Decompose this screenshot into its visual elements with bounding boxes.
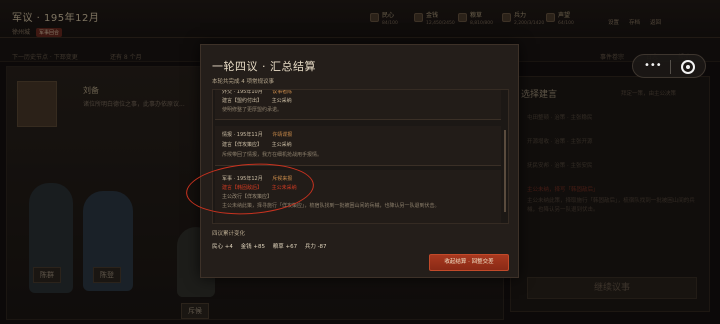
summary-modal: 一轮四议 · 汇总结算 本轮共完成 4 项常规议事 外交 · 195年10月 议…: [200, 44, 519, 278]
close-record-icon[interactable]: [681, 60, 695, 74]
entry-speaker: 斥候来报: [272, 176, 293, 182]
list-item: 外交 · 195年10月 议事者陈 建言【盟约付出】 主公采纳 使明修整了更厚盟…: [215, 89, 501, 120]
confirm-settlement-button[interactable]: 收起结算 · 回整交差: [429, 254, 509, 271]
total-morale: 民心 +4: [212, 244, 233, 250]
entry-proposal: 建言【盟约付出】: [222, 98, 263, 104]
total-gold: 金钱 +85: [240, 244, 265, 250]
entry-type: 军事: [222, 176, 233, 182]
entry-proposal: 建言【韩固敌后】: [222, 185, 263, 191]
entry-date: 195年11月: [236, 132, 263, 138]
entry-type: 情报: [222, 132, 233, 138]
entry-proposal-line: 建言【佯攻策应】 主公采纳: [222, 141, 292, 148]
entry-speaker: 议事者陈: [272, 89, 293, 95]
entry-decision: 主公采纳: [271, 98, 292, 104]
entry-header: 军事 · 195年12月 斥候来报: [222, 176, 293, 182]
entry-header: 情报 · 195年11月 许靖谍报: [222, 132, 293, 138]
totals-label: 四议累计变化: [212, 231, 246, 237]
more-icon[interactable]: •••: [644, 60, 662, 71]
entry-decision: 主公采纳: [271, 142, 292, 148]
list-item: 军事 · 195年12月 斥候来报 建言【韩固敌后】 主公未采纳 主公改行【佯攻…: [215, 170, 501, 223]
entry-executed: 主公改行【佯攻策应】: [222, 194, 273, 200]
capsule-divider: [670, 60, 671, 74]
entry-detail: 斥候带回了情报，我方在细机抢战用手报情。: [222, 152, 323, 158]
entry-proposal-line: 建言【韩固敌后】 主公未采纳: [222, 184, 297, 191]
modal-title: 一轮四议 · 汇总结算: [212, 60, 316, 73]
discussion-list[interactable]: 外交 · 195年10月 议事者陈 建言【盟约付出】 主公采纳 使明修整了更厚盟…: [212, 89, 509, 224]
entry-header: 外交 · 195年10月 议事者陈: [222, 89, 293, 95]
entry-speaker: 许靖谍报: [272, 132, 293, 138]
entry-date: 195年12月: [236, 176, 263, 182]
totals-values: 民心 +4 金钱 +85 粮草 +67 兵力 -87: [212, 242, 333, 250]
entry-proposal-line: 建言【盟约付出】 主公采纳: [222, 97, 292, 104]
modal-subtitle: 本轮共完成 4 项常规议事: [212, 79, 274, 85]
entry-type: 外交: [222, 89, 233, 95]
entry-detail: 主公未纳此策，择寻施行「佯攻策应」，梳宿队找到一批被困山间的兵械，也降认另一队退…: [222, 203, 440, 209]
list-item: 情报 · 195年11月 许靖谍报 建言【佯攻策应】 主公采纳 斥候带回了情报，…: [215, 126, 501, 166]
entry-proposal: 建言【佯攻策应】: [222, 142, 263, 148]
entry-date: 195年10月: [236, 89, 263, 95]
total-troops: 兵力 -87: [304, 244, 327, 250]
miniprogram-capsule: •••: [632, 54, 706, 78]
entry-decision: 主公未采纳: [271, 185, 297, 191]
list-scrollbar[interactable]: [504, 130, 506, 212]
entry-detail: 使明修整了更厚盟约承诺。: [222, 107, 283, 113]
total-grain: 粮草 +67: [272, 244, 298, 250]
